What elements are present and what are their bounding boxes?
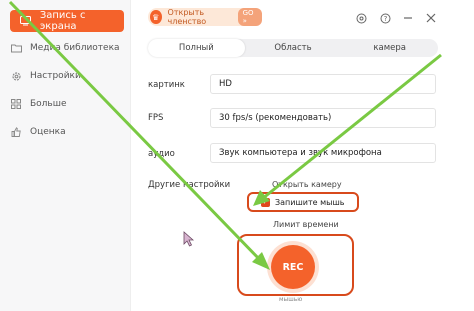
sidebar: Запись с экрана Медиа библиотека Настрой…	[0, 0, 131, 311]
sidebar-item-more[interactable]: Больше	[10, 94, 128, 114]
open-camera-option[interactable]: Открыть камеру	[272, 180, 342, 189]
audio-label: аудио	[148, 149, 175, 159]
close-icon[interactable]	[425, 12, 437, 24]
sidebar-item-label: Медиа библиотека	[30, 43, 120, 53]
mouse-cursor-icon	[183, 231, 195, 247]
crown-icon: ♛	[150, 10, 162, 24]
fps-label: FPS	[148, 113, 164, 123]
app-window: Запись с экрана Медиа библиотека Настрой…	[0, 0, 474, 311]
sidebar-item-rate[interactable]: Оценка	[10, 122, 128, 142]
folder-icon	[10, 42, 22, 54]
time-limit-option[interactable]: Лимит времени	[273, 220, 339, 229]
fps-value: 30 fps/s (рекомендовать)	[219, 113, 332, 123]
sidebar-item-label: Настройки	[30, 71, 81, 81]
sidebar-item-label: Запись с экрана	[39, 10, 86, 32]
tab-camera[interactable]: камера	[341, 39, 438, 57]
audio-select[interactable]: Звук компьютера и звук микрофона	[210, 143, 436, 163]
sidebar-item-label: Больше	[30, 99, 67, 109]
quality-value: HD	[219, 79, 232, 89]
rec-caption: мышью	[279, 296, 303, 303]
sidebar-item-settings[interactable]: Настройки	[10, 66, 128, 86]
sidebar-item-screen-record[interactable]: Запись с экрана	[10, 10, 124, 32]
settings-icon[interactable]	[355, 12, 367, 24]
fps-select[interactable]: 30 fps/s (рекомендовать)	[210, 108, 436, 128]
sidebar-item-label: Оценка	[30, 127, 66, 137]
other-settings-label: Другие настройки	[148, 180, 231, 190]
tab-full-screen[interactable]: Полный	[148, 39, 245, 57]
upgrade-label: Открыть членство	[167, 8, 207, 26]
upgrade-membership-button[interactable]: ♛ Открыть членство GO »	[148, 8, 262, 26]
thumbs-up-icon	[10, 126, 22, 138]
mode-tabs: Полный Область камера	[148, 39, 438, 57]
help-icon[interactable]: ?	[379, 12, 391, 24]
gear-icon	[10, 70, 22, 82]
checkbox-checked-icon[interactable]: ✓	[261, 197, 270, 207]
screen-record-icon	[20, 15, 32, 27]
record-mouse-option[interactable]: ✓ Запишите мышь	[247, 192, 359, 212]
go-badge: GO »	[237, 8, 262, 26]
record-mouse-label: Запишите мышь	[275, 197, 345, 207]
quality-select[interactable]: HD	[210, 74, 436, 94]
sidebar-item-media-library[interactable]: Медиа библиотека	[10, 38, 128, 58]
grid-icon	[10, 98, 22, 110]
quality-label: картинк	[148, 80, 185, 90]
audio-value: Звук компьютера и звук микрофона	[219, 148, 382, 158]
svg-text:?: ?	[383, 15, 387, 23]
title-bar: ♛ Открыть членство GO » ?	[130, 0, 474, 34]
minimize-icon[interactable]	[402, 12, 414, 24]
rec-button[interactable]: REC	[271, 245, 315, 289]
tab-region[interactable]: Область	[245, 39, 342, 57]
